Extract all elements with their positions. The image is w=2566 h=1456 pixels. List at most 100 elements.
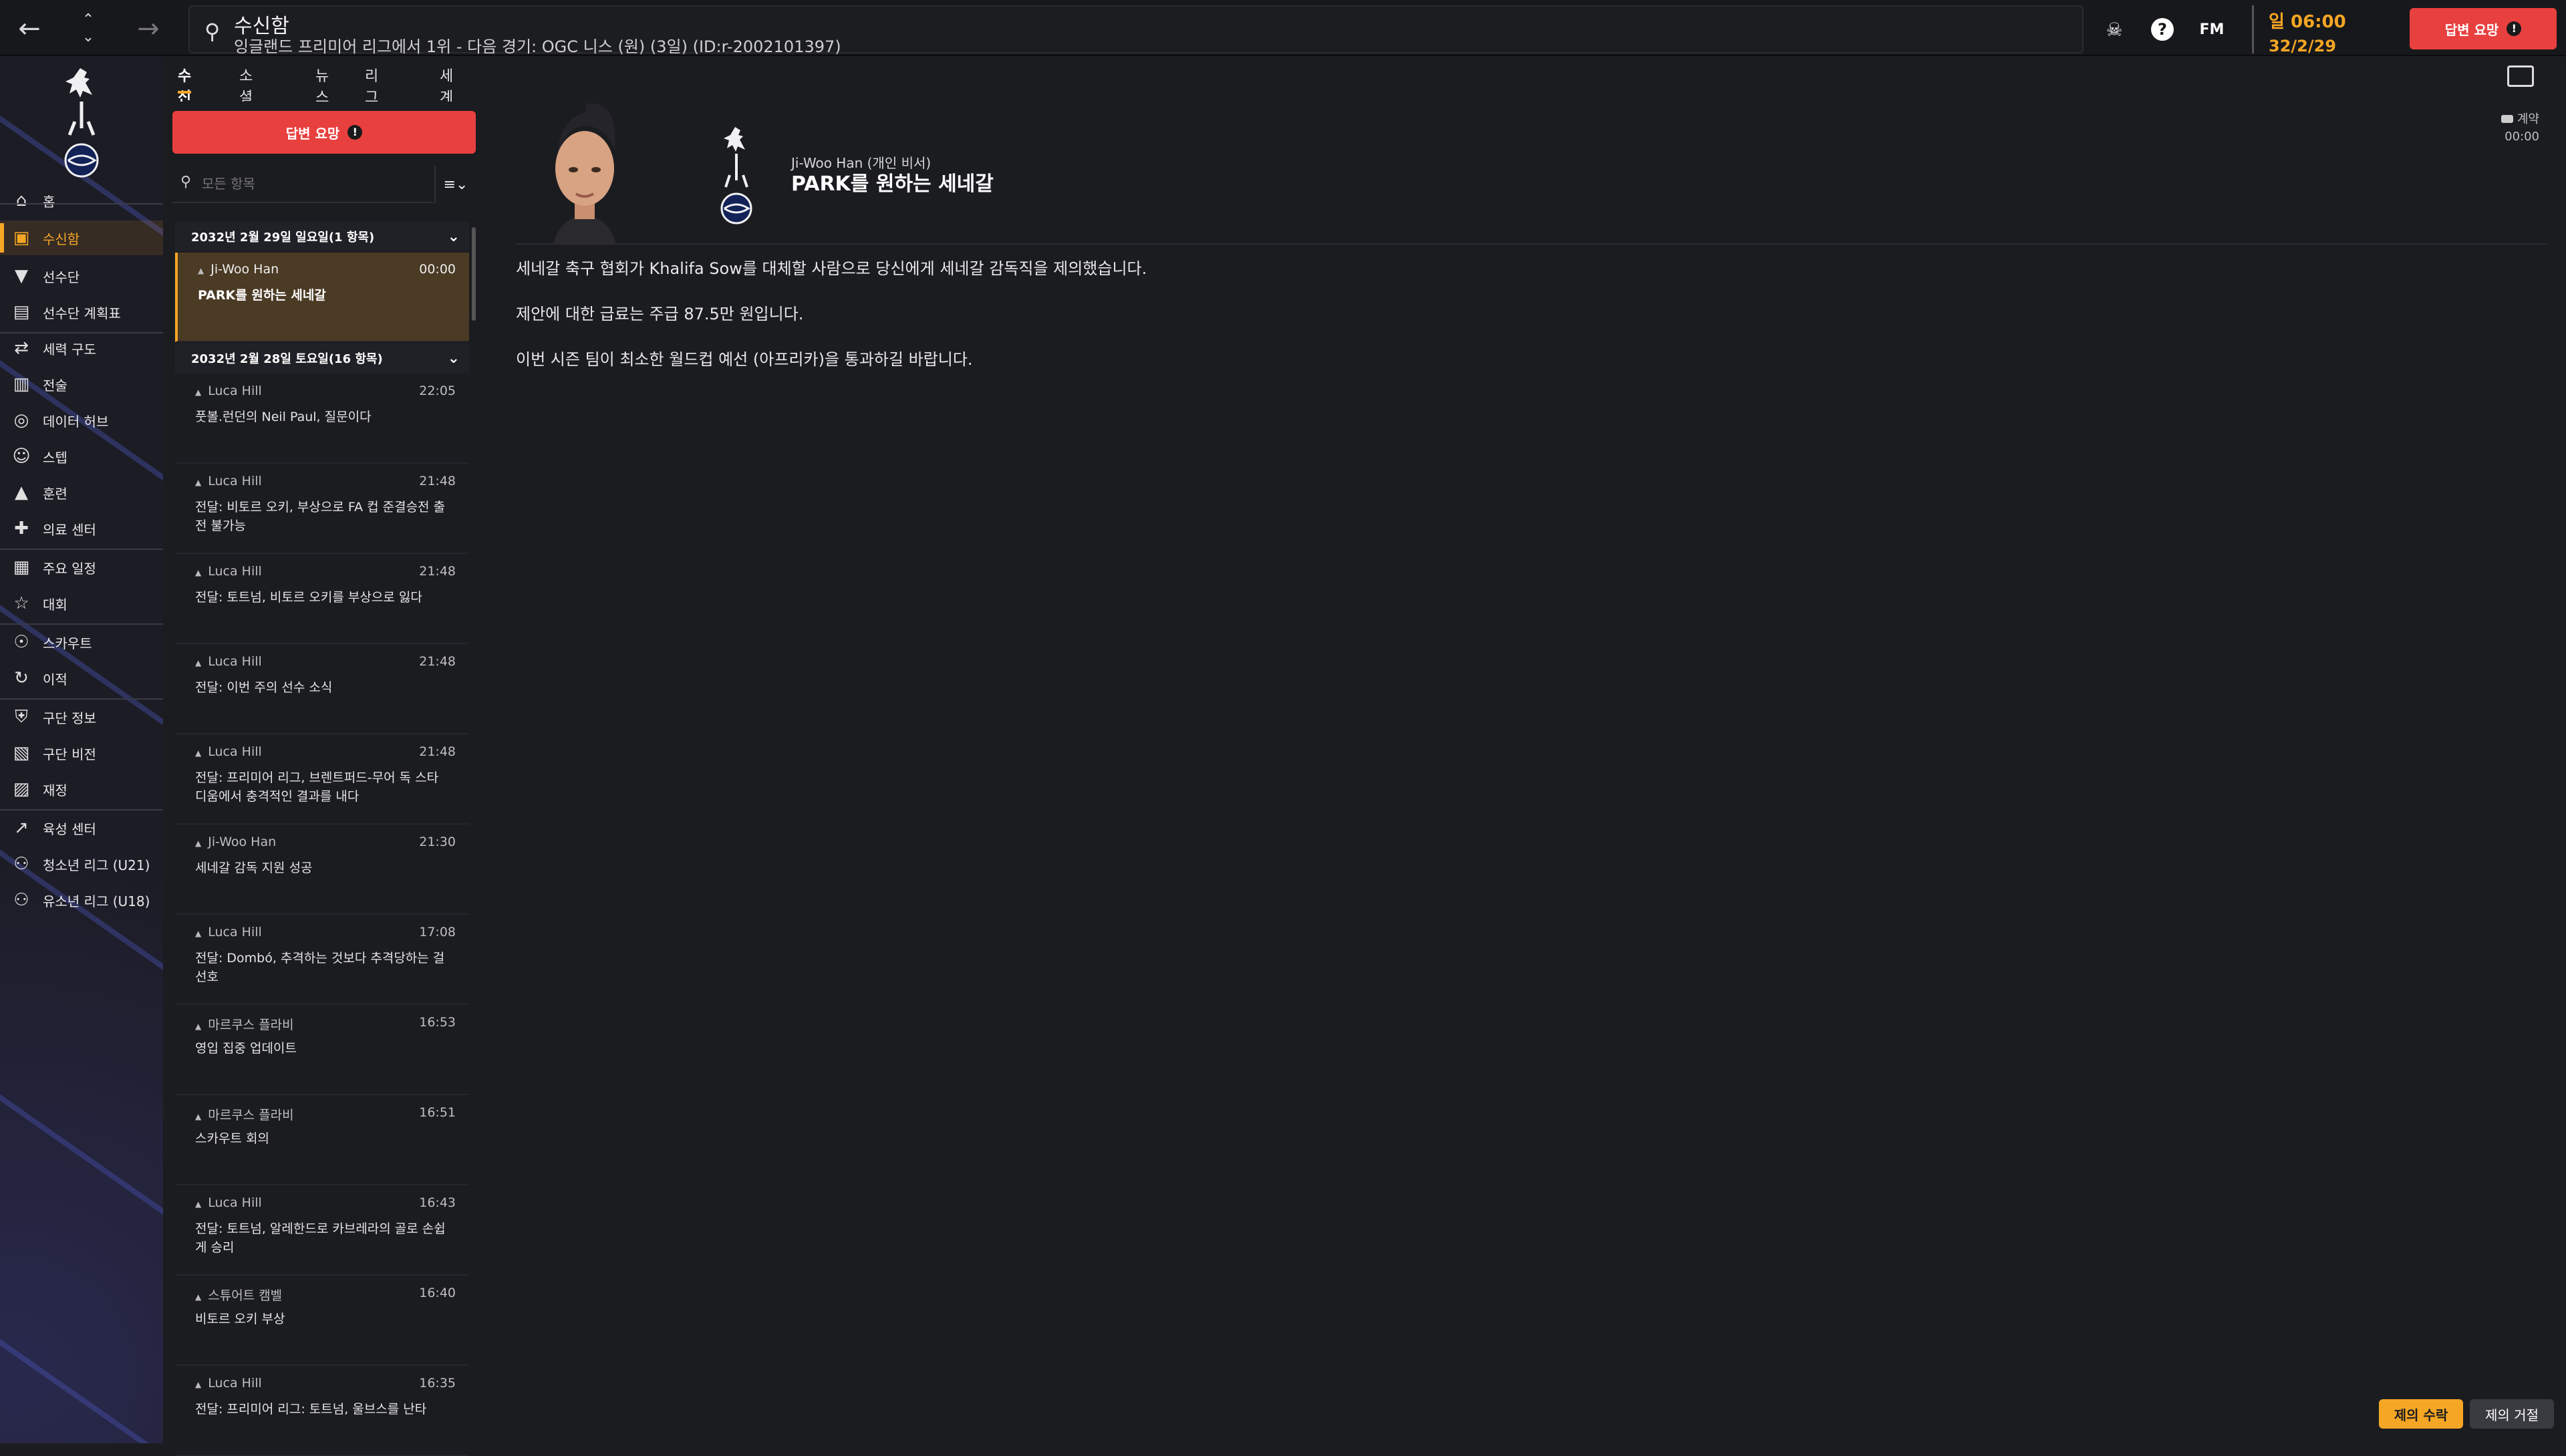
message-subject: 전달: 이번 주의 선수 소식 [195, 680, 333, 695]
sidebar-item-label: 대회 [43, 596, 67, 613]
message-time: 21:48 [419, 744, 456, 759]
help-icon[interactable]: ? [2148, 15, 2177, 44]
message-sender: Luca Hill [195, 564, 262, 579]
skull-icon[interactable]: ☠ [2100, 15, 2129, 44]
message-row[interactable]: Luca Hill 16:35 전달: 프리미어 리그: 토트넘, 울브스를 난타 [175, 1366, 469, 1456]
sidebar-item-13[interactable]: ↻ 이적 [0, 661, 163, 696]
reply-required-button[interactable]: 답변 요망! [172, 111, 476, 154]
message-sender: 마르쿠스 플라비 [195, 1015, 293, 1033]
group-header[interactable]: 2032년 2월 28일 토요일(16 항목) ⌄ [175, 343, 469, 373]
sidebar-item-label: 구단 비전 [43, 746, 96, 762]
sidebar-item-18[interactable]: ⚇ 청소년 리그 (U21) [0, 847, 163, 881]
vision-icon: ▧ [13, 743, 30, 763]
message-row[interactable]: Luca Hill 16:43 전달: 토트넘, 알레한드로 카브레라의 골로 손쉽… [175, 1186, 469, 1276]
list-search-input[interactable] [202, 172, 422, 195]
filter-menu-icon: ≡⌄ [443, 176, 468, 193]
screen-layout-icon[interactable] [2507, 65, 2534, 87]
contract-icon [2501, 115, 2513, 123]
message-row[interactable]: Luca Hill 22:05 풋볼.런던의 Neil Paul, 질문이다 [175, 374, 469, 464]
sidebar-item-9[interactable]: ✚ 의료 센터 [0, 511, 163, 546]
sidebar-item-0[interactable]: ⌂ 홈 [0, 183, 163, 218]
sidebar-item-label: 수신함 [43, 231, 80, 247]
message-time: 16:51 [419, 1105, 456, 1120]
sidebar-item-3[interactable]: ▤ 선수단 계획표 [0, 295, 163, 329]
message-subject: 전달: Dombó, 추격하는 것보다 추격당하는 걸 선호 [195, 951, 445, 984]
sidebar-item-8[interactable]: ▲ 훈련 [0, 475, 163, 510]
list-scrollbar[interactable] [472, 227, 476, 321]
message-row[interactable]: Luca Hill 21:48 전달: 비토르 오키, 부상으로 FA 컵 준결승전… [175, 464, 469, 554]
clipboard-icon: ▤ [13, 302, 30, 322]
message-row[interactable]: 마르쿠스 플라비 16:51 스카우트 회의 [175, 1096, 469, 1185]
message-subject: 전달: 토트넘, 비토르 오키를 부상으로 잃다 [195, 590, 422, 605]
sidebar-item-label: 청소년 리그 (U21) [43, 857, 150, 873]
sidebar-item-label: 유소년 리그 (U18) [43, 893, 150, 909]
back-button[interactable]: ← [3, 8, 56, 49]
sidebar-item-label: 세력 구도 [43, 341, 96, 357]
message-time: 16:40 [419, 1286, 456, 1300]
message-sender: Ji-Woo Han [198, 262, 279, 277]
message-row[interactable]: 스튜어트 캠벨 16:40 비토르 오키 부상 [175, 1276, 469, 1366]
message-time: 16:43 [419, 1195, 456, 1210]
sidebar-item-19[interactable]: ⚇ 유소년 리그 (U18) [0, 883, 163, 917]
global-search-bar[interactable]: ⚲ 수신함 잉글랜드 프리미어 리그에서 1위 - 다음 경기: OGC 니스 … [188, 5, 2084, 56]
fm-menu-button[interactable]: FM [2197, 15, 2227, 44]
chevron-down-icon: ⌄ [82, 29, 95, 45]
tab-news[interactable]: 뉴스 [315, 64, 329, 107]
sidebar-item-2[interactable]: ▼ 선수단 [0, 259, 163, 293]
message-row[interactable]: Ji-Woo Han 00:00 PARK를 원하는 세네갈 [175, 253, 469, 342]
sidebar-item-label: 의료 센터 [43, 521, 96, 538]
message-row[interactable]: 마르쿠스 플라비 16:53 영입 집중 업데이트 [175, 1006, 469, 1095]
message-row[interactable]: Luca Hill 21:48 전달: 이번 주의 선수 소식 [175, 645, 469, 734]
message-row[interactable]: Luca Hill 21:48 전달: 토트넘, 비토르 오키를 부상으로 잃다 [175, 555, 469, 644]
list-filter-button[interactable]: ≡⌄ [434, 166, 476, 203]
forward-button[interactable]: → [122, 8, 175, 49]
sidebar-item-5[interactable]: ▥ 전술 [0, 367, 163, 402]
sidebar-item-17[interactable]: ↗ 육성 센터 [0, 811, 163, 845]
history-updown-button[interactable]: ⌃ ⌄ [61, 8, 115, 49]
list-search-field[interactable]: ⚲ [172, 166, 433, 203]
message-time: 21:48 [419, 564, 456, 579]
search-icon: ⚲ [204, 19, 221, 44]
home-icon: ⌂ [15, 190, 27, 210]
message-meta-label: 계약 [2517, 112, 2539, 126]
message-meta-time: 00:00 [2505, 130, 2539, 144]
message-row[interactable]: Luca Hill 17:08 전달: Dombó, 추격하는 것보다 추격당하는 … [175, 915, 469, 1005]
continue-reply-required-button[interactable]: 답변 요망! [2410, 8, 2557, 49]
sidebar-item-label: 전술 [43, 377, 67, 394]
group-header[interactable]: 2032년 2월 29일 일요일(1 항목) ⌄ [175, 222, 469, 251]
sidebar-item-16[interactable]: ▨ 재정 [0, 772, 163, 807]
sidebar-item-12[interactable]: ☉ 스카우트 [0, 625, 163, 660]
message-time: 22:05 [419, 384, 456, 398]
sidebar-item-7[interactable]: ☺ 스텝 [0, 439, 163, 474]
game-clock[interactable]: 일 06:00 32/2/29 [2252, 5, 2386, 55]
sidebar-item-1[interactable]: ▣ 수신함 [0, 221, 163, 255]
sidebar-item-15[interactable]: ▧ 구단 비전 [0, 736, 163, 770]
message-subject: PARK를 원하는 세네갈 [791, 172, 994, 196]
dynamics-icon: ⇄ [14, 338, 29, 358]
sidebar-item-10[interactable]: ▦ 주요 일정 [0, 550, 163, 585]
alert-icon: ! [2507, 21, 2522, 36]
sidebar-item-6[interactable]: ◎ 데이터 허브 [0, 403, 163, 438]
message-subject: 전달: 프리미어 리그, 브렌트퍼드-무어 독 스타디움에서 충격적인 결과를 … [195, 770, 439, 804]
data-icon: ◎ [13, 410, 29, 430]
transfer-icon: ↻ [14, 668, 29, 688]
inbox-icon: ▣ [13, 228, 30, 248]
message-sender: Luca Hill [195, 925, 262, 939]
message-subject: 스카우트 회의 [195, 1131, 269, 1146]
message-subject: 전달: 토트넘, 알레한드로 카브레라의 골로 손쉽게 승리 [195, 1221, 446, 1255]
sidebar-item-label: 스카우트 [43, 635, 92, 651]
message-row[interactable]: Luca Hill 21:48 전달: 프리미어 리그, 브렌트퍼드-무어 독 스타… [175, 735, 469, 825]
sidebar-item-14[interactable]: ⛨ 구단 정보 [0, 700, 163, 734]
message-time: 21:48 [419, 654, 456, 669]
accept-offer-button[interactable]: 제의 수락 [2379, 1399, 2463, 1429]
reject-offer-button[interactable]: 제의 거절 [2470, 1399, 2554, 1429]
group-header-label: 2032년 2월 28일 토요일(16 항목) [191, 352, 383, 366]
chevron-up-icon: ⌃ [82, 11, 95, 28]
sidebar-item-11[interactable]: ☆ 대회 [0, 586, 163, 621]
sidebar-divider [0, 549, 163, 550]
group-header-label: 2032년 2월 29일 일요일(1 항목) [191, 231, 375, 245]
sidebar-item-4[interactable]: ⇄ 세력 구도 [0, 331, 163, 366]
message-row[interactable]: Ji-Woo Han 21:30 세네갈 감독 지원 성공 [175, 825, 469, 915]
sidebar-divider [0, 332, 163, 333]
message-sender: 스튜어트 캠벨 [195, 1286, 282, 1304]
